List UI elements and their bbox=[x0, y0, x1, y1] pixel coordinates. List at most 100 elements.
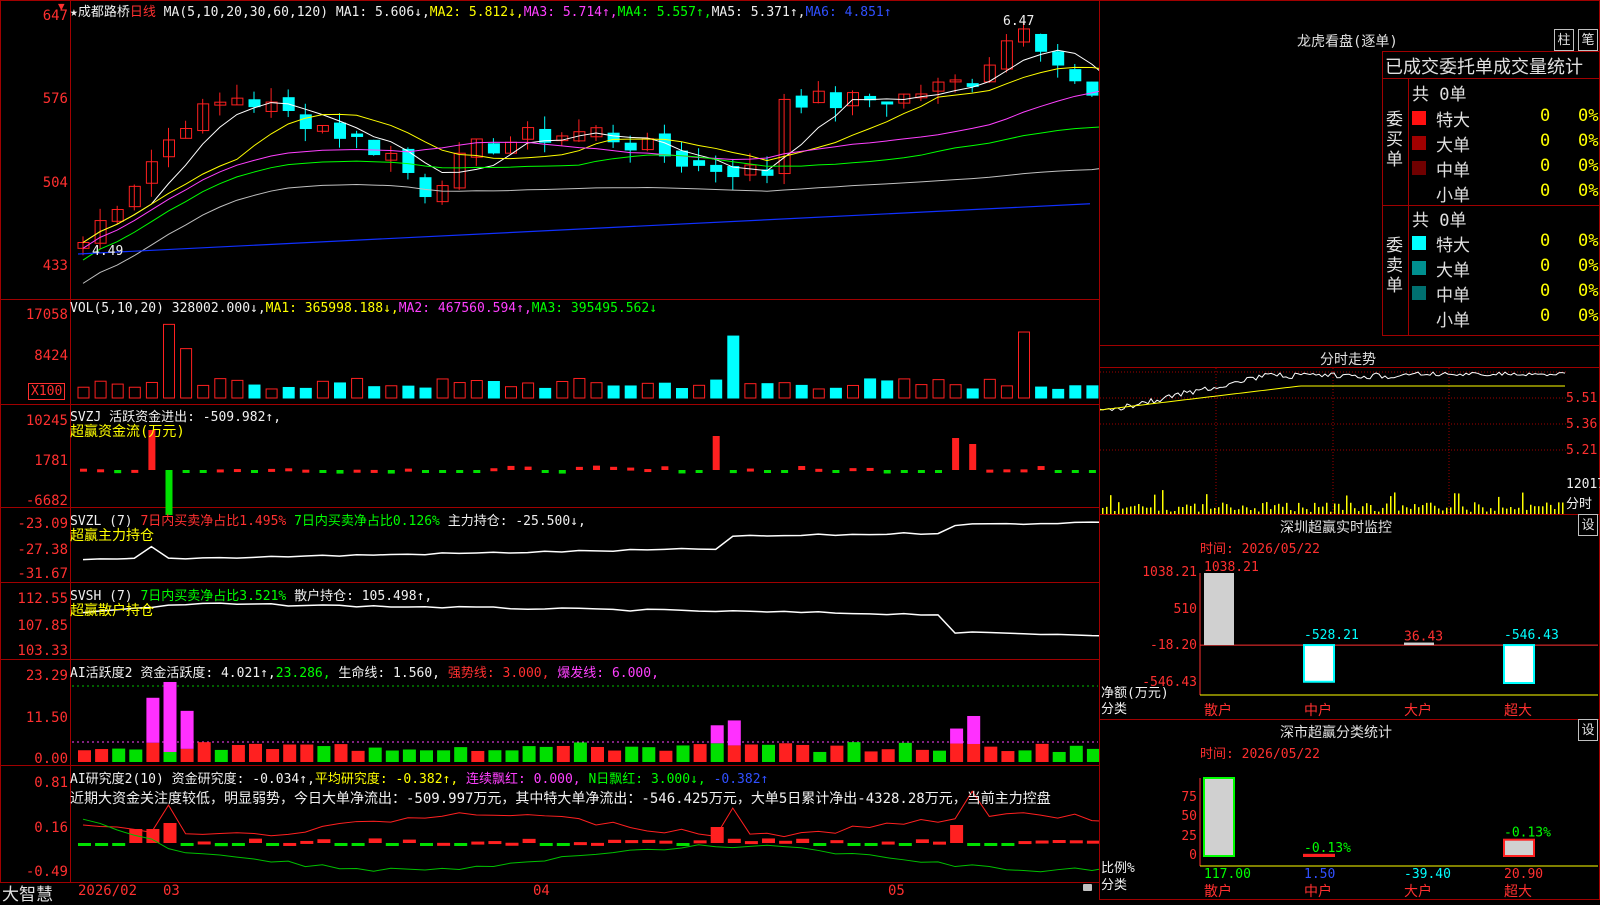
monitor-bar-value: 1038.21 bbox=[1204, 560, 1259, 575]
order-pct: 0% bbox=[1578, 231, 1599, 251]
ai1-bar bbox=[488, 750, 502, 762]
ai1-peak-bar bbox=[180, 710, 194, 749]
longhu-sep-1 bbox=[1382, 78, 1600, 79]
ai2-axis-1: 0.81 bbox=[34, 775, 68, 791]
ai2-bar bbox=[1001, 843, 1015, 846]
vol-unit-button[interactable]: X100 bbox=[28, 383, 66, 400]
svzj-bar bbox=[473, 470, 481, 473]
ma4-value: MA4: 5.557↑, bbox=[617, 5, 712, 20]
ai1-bar bbox=[300, 744, 314, 762]
stats-settings-button[interactable]: 设 bbox=[1578, 719, 1598, 741]
candle-body bbox=[727, 166, 740, 178]
stats-bar bbox=[1503, 838, 1535, 857]
ai1-t3: 生命线: 1.560, bbox=[338, 666, 441, 681]
ai1-bar bbox=[1018, 750, 1032, 762]
lock-icon[interactable] bbox=[1083, 884, 1092, 891]
candle-body bbox=[402, 148, 415, 173]
order-pct: 0% bbox=[1578, 106, 1599, 126]
ai1-peak-bar bbox=[950, 728, 964, 744]
intraday-vol-bar bbox=[1390, 496, 1392, 514]
ai1-bar bbox=[915, 749, 929, 762]
candle-body bbox=[693, 160, 706, 166]
volume-bar bbox=[385, 385, 398, 399]
svzj-bar bbox=[1088, 470, 1096, 473]
intraday-vol-bar bbox=[1458, 493, 1460, 514]
buy-total: 共 0单 bbox=[1412, 85, 1467, 105]
ai1-t4: 强势线: 3.000, bbox=[447, 666, 550, 681]
svzj-bar bbox=[695, 470, 703, 473]
volume-bar bbox=[180, 348, 193, 399]
svzj-bar bbox=[883, 470, 891, 474]
ai2-bar bbox=[214, 843, 228, 847]
vol-ma1: MA1: 365998.188↓, bbox=[265, 301, 399, 316]
intraday-vol-bar bbox=[1266, 502, 1268, 514]
monitor-title: 深圳超赢实时监控 bbox=[1280, 520, 1392, 536]
volume-bar bbox=[145, 381, 158, 399]
ai2-bar bbox=[796, 838, 810, 843]
ai2-bar bbox=[368, 838, 382, 843]
intraday-vol-bar bbox=[1190, 505, 1192, 514]
svzj-bar bbox=[353, 469, 361, 473]
ai1-bar bbox=[249, 743, 262, 762]
ai1-bar bbox=[984, 746, 998, 762]
ma6-value: MA6: 4.851↑ bbox=[805, 5, 892, 20]
color-swatch bbox=[1412, 311, 1426, 325]
ai1-bar bbox=[78, 750, 91, 762]
candle-body bbox=[881, 101, 894, 105]
ai1-bar bbox=[727, 745, 741, 762]
ai2-bar bbox=[864, 843, 878, 846]
order-count: 0 bbox=[1540, 256, 1551, 276]
tick-mode-button[interactable]: 笔 bbox=[1578, 29, 1598, 51]
stock-name[interactable]: ★成都路桥 bbox=[70, 5, 130, 20]
order-row: 小单 0 0% bbox=[1412, 181, 1600, 206]
svzj-bar bbox=[1037, 466, 1045, 470]
volume-bar bbox=[590, 382, 603, 399]
ma2-value: MA2: 5.812↓, bbox=[429, 5, 524, 20]
intraday-vol-bar bbox=[1314, 502, 1316, 514]
ai2-t2: 平均研究度: -0.382↑, bbox=[314, 772, 459, 787]
ai1-bar bbox=[847, 742, 861, 762]
volume-bar bbox=[1035, 386, 1048, 399]
ai2-axis-3: -0.49 bbox=[25, 864, 68, 880]
stats-bar-value: 1.50 bbox=[1304, 867, 1335, 882]
period-label[interactable]: 日线 bbox=[130, 5, 156, 20]
svzj-bar bbox=[661, 466, 669, 470]
ai1-bar bbox=[676, 745, 690, 762]
volume-bar bbox=[163, 323, 175, 399]
order-row: 特大 0 0% bbox=[1412, 231, 1600, 256]
order-row: 特大 0 0% bbox=[1412, 106, 1600, 131]
ai1-bar bbox=[591, 746, 604, 762]
volume-bar bbox=[453, 382, 466, 399]
ai1-bar bbox=[1001, 751, 1015, 762]
svsh-axis-3: 103.33 bbox=[17, 643, 68, 659]
intraday-vol-bar bbox=[1394, 492, 1396, 514]
volume-bar bbox=[436, 378, 449, 399]
svzj-bar bbox=[336, 470, 344, 474]
svzj-bar bbox=[781, 470, 789, 473]
svzj-bar bbox=[165, 470, 173, 515]
ai1-bar bbox=[197, 742, 211, 762]
order-count: 0 bbox=[1540, 231, 1551, 251]
ai2-bar bbox=[283, 842, 297, 846]
intraday-vol-bar bbox=[1130, 506, 1132, 514]
ai2-axis-2: 0.16 bbox=[34, 820, 68, 836]
ai1-bar bbox=[898, 742, 912, 762]
ai2-bar bbox=[1035, 840, 1049, 844]
ai1-peak-bar bbox=[727, 720, 741, 746]
brand-label[interactable]: 大智慧 bbox=[2, 880, 53, 905]
monitor-settings-button[interactable]: 设 bbox=[1578, 514, 1598, 536]
ai2-bar bbox=[608, 839, 622, 843]
svzj-bar bbox=[541, 470, 549, 473]
order-count: 0 bbox=[1540, 131, 1551, 151]
vol-axis-2: 8424 bbox=[34, 348, 68, 364]
svzj-bar bbox=[1020, 469, 1028, 473]
bar-mode-button[interactable]: 柱 bbox=[1554, 29, 1574, 51]
order-count: 0 bbox=[1540, 306, 1551, 326]
intraday-vol-bar bbox=[1530, 504, 1532, 514]
intraday-vol-bar bbox=[1450, 507, 1452, 514]
stats-bar-label: -0.13% bbox=[1304, 841, 1351, 856]
ai2-t4: N日飘红: 3.000↓, bbox=[588, 772, 706, 787]
intraday-vol-bar bbox=[1134, 505, 1136, 514]
ai1-bar bbox=[556, 745, 570, 762]
order-row: 中单 0 0% bbox=[1412, 156, 1600, 181]
